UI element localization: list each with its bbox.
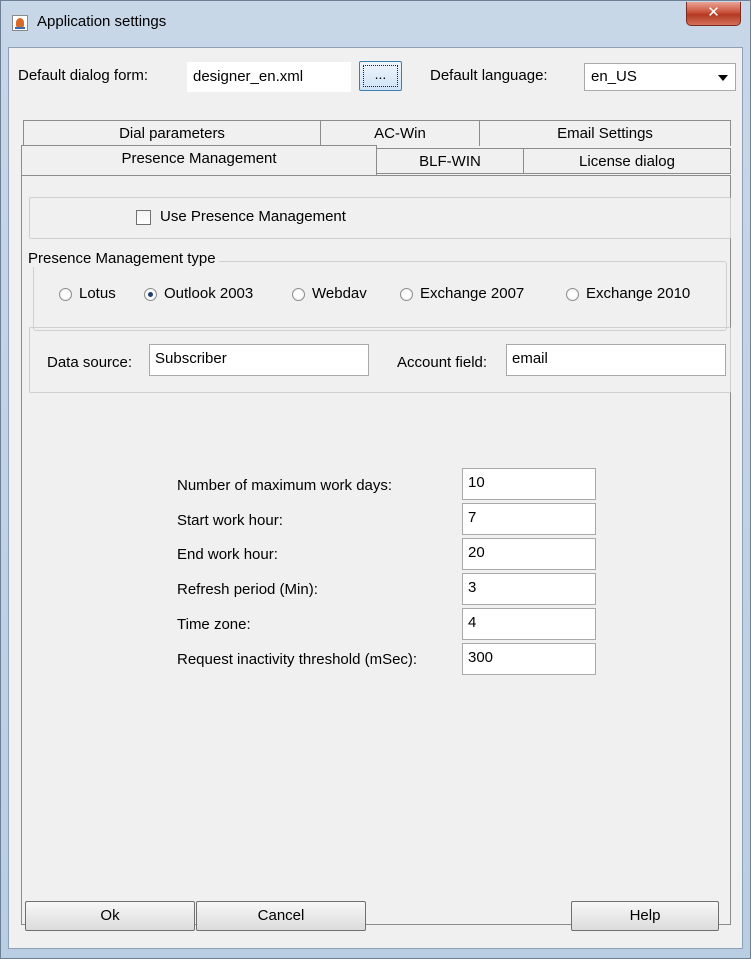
radio-webdav-label: Webdav — [312, 285, 367, 302]
radio-exchange-2007[interactable] — [400, 288, 413, 301]
request-inactivity-label: Request inactivity threshold (mSec): — [177, 651, 418, 668]
title-bar[interactable]: Application settings ✕ — [1, 1, 750, 47]
radio-outlook-2003-label: Outlook 2003 — [164, 285, 254, 302]
account-field-label: Account field: — [397, 354, 488, 371]
data-source-label: Data source: — [47, 354, 133, 371]
radio-webdav[interactable] — [292, 288, 305, 301]
max-work-days-label: Number of maximum work days: — [177, 477, 393, 494]
close-icon: ✕ — [707, 3, 720, 21]
close-button[interactable]: ✕ — [686, 2, 741, 26]
default-dialog-form-label: Default dialog form: — [18, 67, 149, 84]
start-work-hour-field[interactable]: 7 — [462, 503, 596, 535]
refresh-period-label: Refresh period (Min): — [177, 581, 318, 598]
application-settings-window: Application settings ✕ Default dialog fo… — [0, 0, 751, 959]
browse-button[interactable]: ... — [359, 61, 402, 91]
tab-presence-management[interactable]: Presence Management — [21, 145, 377, 175]
time-zone-label: Time zone: — [177, 616, 251, 633]
dialog-body: Default dialog form: designer_en.xml ...… — [8, 47, 743, 949]
start-work-hour-label: Start work hour: — [177, 512, 283, 529]
default-dialog-form-field[interactable]: designer_en.xml — [187, 62, 351, 92]
window-title: Application settings — [37, 13, 167, 30]
radio-exchange-2007-label: Exchange 2007 — [420, 285, 525, 302]
default-language-value: en_US — [591, 68, 637, 85]
help-button[interactable]: Help — [571, 901, 719, 931]
radio-exchange-2010-label: Exchange 2010 — [586, 285, 691, 302]
end-work-hour-label: End work hour: — [177, 546, 278, 563]
request-inactivity-field[interactable]: 300 — [462, 643, 596, 675]
default-language-label: Default language: — [430, 67, 548, 84]
tab-license-dialog[interactable]: License dialog — [523, 148, 731, 174]
radio-lotus[interactable] — [59, 288, 72, 301]
radio-outlook-2003[interactable] — [144, 288, 157, 301]
end-work-hour-field[interactable]: 20 — [462, 538, 596, 570]
use-presence-box — [29, 197, 731, 239]
account-field-field[interactable]: email — [506, 344, 726, 376]
tab-ac-win[interactable]: AC-Win — [320, 120, 480, 146]
refresh-period-field[interactable]: 3 — [462, 573, 596, 605]
tab-dial-parameters[interactable]: Dial parameters — [23, 120, 321, 146]
cancel-button[interactable]: Cancel — [196, 901, 366, 931]
java-app-icon — [12, 15, 28, 31]
time-zone-field[interactable]: 4 — [462, 608, 596, 640]
ok-button[interactable]: Ok — [25, 901, 195, 931]
radio-lotus-label: Lotus — [79, 285, 116, 302]
use-presence-checkbox[interactable] — [136, 210, 151, 225]
radio-exchange-2010[interactable] — [566, 288, 579, 301]
use-presence-label: Use Presence Management — [160, 208, 346, 225]
chevron-down-icon — [718, 75, 728, 81]
tab-blf-win[interactable]: BLF-WIN — [376, 148, 524, 174]
data-source-field[interactable]: Subscriber — [149, 344, 369, 376]
tab-email-settings[interactable]: Email Settings — [479, 120, 731, 146]
default-language-select[interactable]: en_US — [584, 63, 736, 91]
max-work-days-field[interactable]: 10 — [462, 468, 596, 500]
presence-type-group-title: Presence Management type — [25, 250, 219, 267]
